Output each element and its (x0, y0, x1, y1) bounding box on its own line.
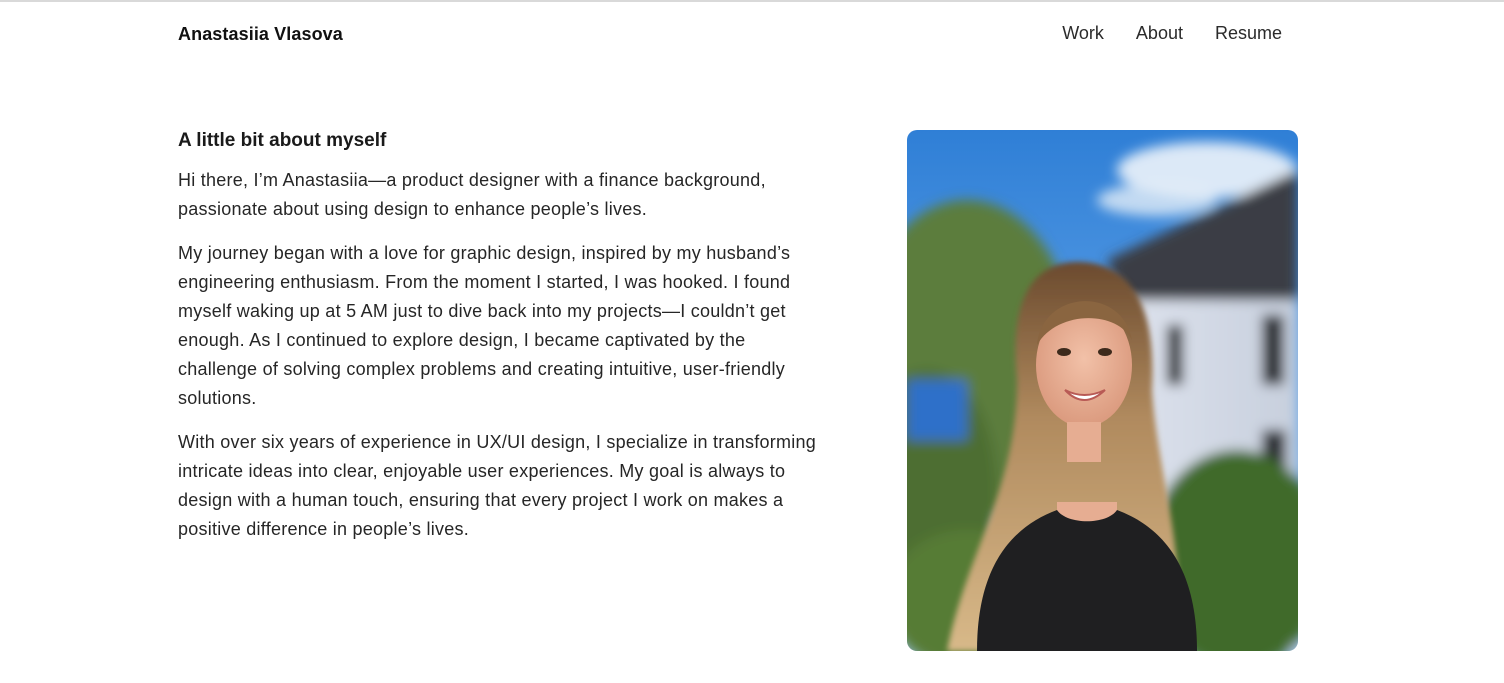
portrait-photo (907, 130, 1298, 651)
main-nav: Work About Resume (1062, 23, 1282, 44)
about-paragraph-intro: Hi there, I’m Anastasiia—a product desig… (178, 170, 766, 219)
about-heading: A little bit about myself (178, 130, 387, 151)
nav-link-about[interactable]: About (1136, 23, 1183, 44)
top-border (0, 0, 1504, 2)
site-header: Anastasiia Vlasova Work About Resume (178, 22, 1282, 48)
about-paragraph-experience: With over six years of experience in UX/… (178, 432, 817, 539)
about-paragraph-journey: My journey began with a love for graphic… (178, 243, 791, 408)
about-section: A little bit about myself Hi there, I’m … (178, 130, 828, 559)
nav-link-resume[interactable]: Resume (1215, 23, 1282, 44)
brand-name[interactable]: Anastasiia Vlasova (178, 24, 343, 45)
nav-link-work[interactable]: Work (1062, 23, 1104, 44)
portrait-illustration (907, 130, 1298, 651)
